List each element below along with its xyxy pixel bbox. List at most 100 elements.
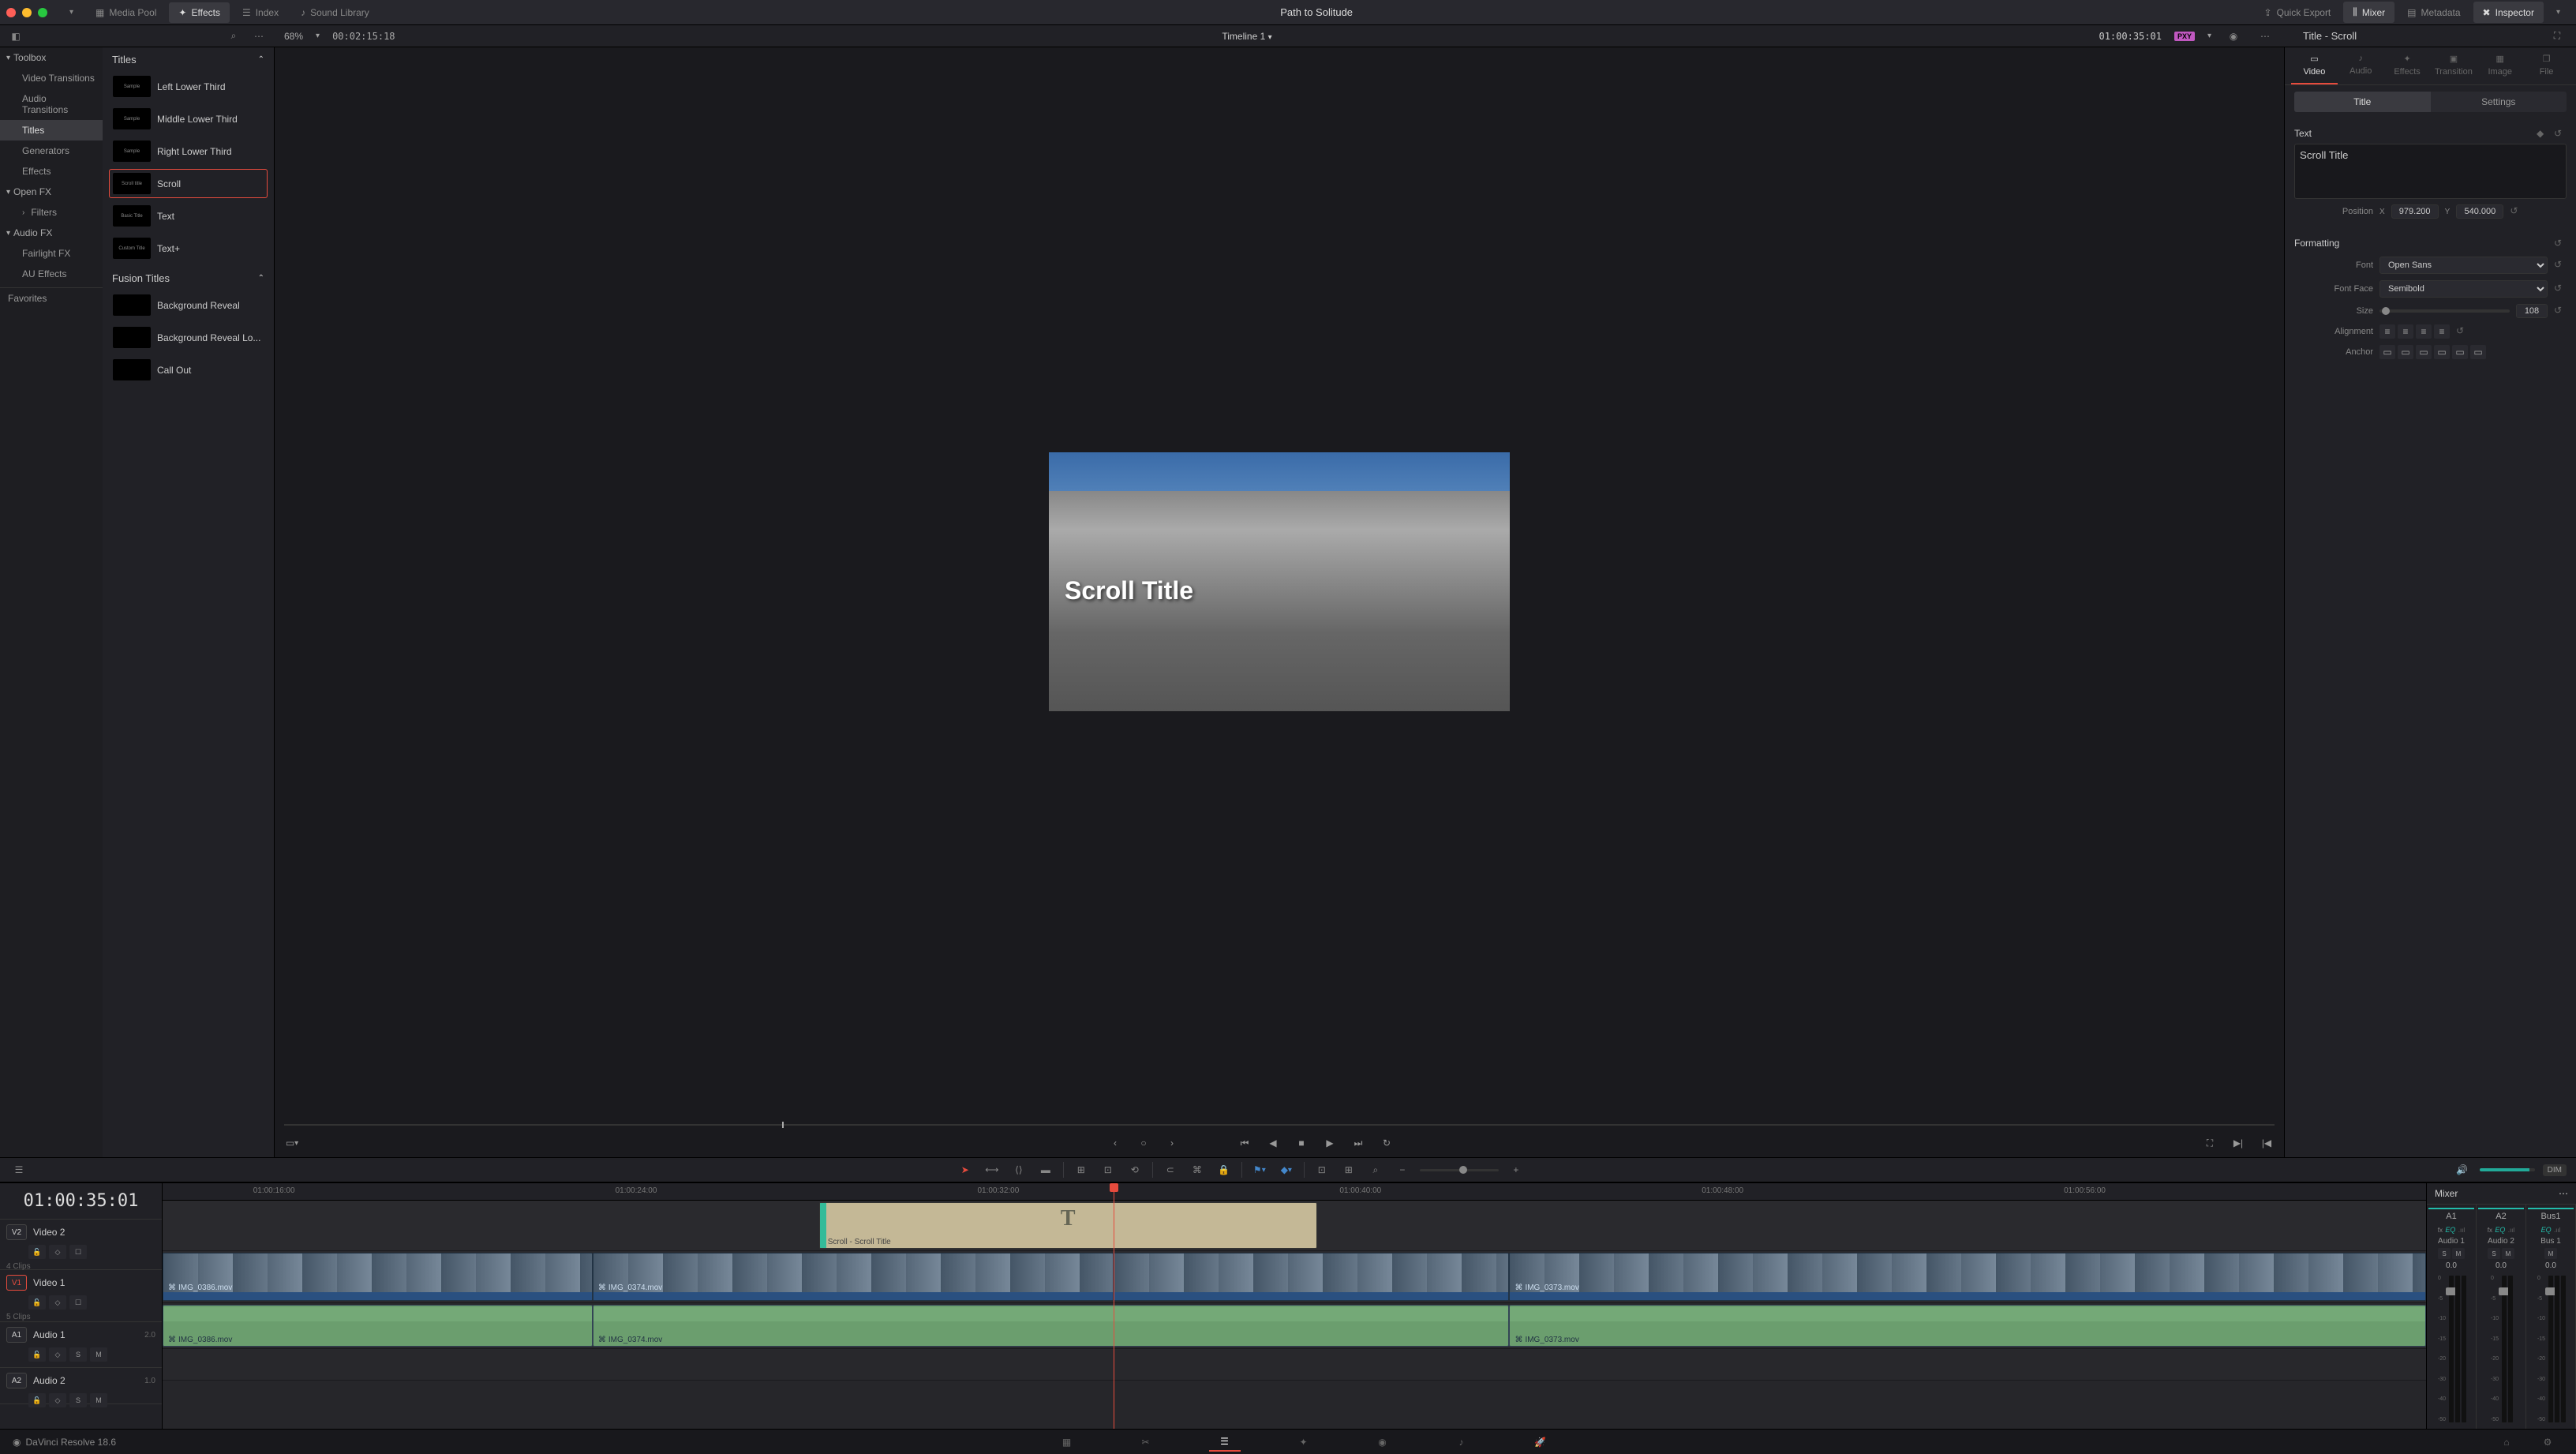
- anchor-2[interactable]: ▭: [2398, 345, 2413, 359]
- viewer[interactable]: Scroll Title: [275, 47, 2284, 1116]
- disable-track[interactable]: ☐: [69, 1245, 87, 1259]
- auto-select[interactable]: ◇: [49, 1393, 66, 1407]
- tree-au-effects[interactable]: AU Effects: [0, 264, 103, 284]
- reset-size[interactable]: ↺: [2554, 305, 2567, 317]
- play-reverse[interactable]: ◀: [1265, 1135, 1281, 1151]
- timecode-right[interactable]: 01:00:35:01: [2099, 31, 2161, 42]
- reset-font[interactable]: ↺: [2554, 259, 2567, 272]
- inspector-tab-file[interactable]: ❒File: [2523, 47, 2570, 84]
- keyframe-icon[interactable]: ◆: [2537, 128, 2549, 141]
- title-item-call-out[interactable]: Call Out: [109, 355, 268, 384]
- align-right[interactable]: ≡: [2416, 324, 2432, 339]
- title-item-left-lower-third[interactable]: Sample Left Lower Third: [109, 72, 268, 101]
- minimize-window[interactable]: [22, 8, 32, 17]
- timeline-view-options[interactable]: ☰: [9, 1160, 28, 1179]
- prev-marker[interactable]: ‹: [1107, 1135, 1123, 1151]
- disable-track[interactable]: ☐: [69, 1295, 87, 1310]
- viewer-scrubber[interactable]: [275, 1121, 2284, 1129]
- title-item-text[interactable]: Basic Title Text: [109, 201, 268, 230]
- fontface-select[interactable]: Semibold: [2379, 280, 2548, 298]
- fader[interactable]: [2548, 1276, 2553, 1422]
- zoom-in[interactable]: +: [1507, 1160, 1526, 1179]
- timeline-name[interactable]: Timeline 1 ▾: [408, 31, 2087, 42]
- overwrite-tool[interactable]: ⊡: [1099, 1160, 1118, 1179]
- track-lane-v2[interactable]: T Scroll - Scroll Title: [163, 1201, 2426, 1251]
- track-header-v2[interactable]: V2 Video 2 🔓 ◇ ☐ 4 Clips: [0, 1220, 162, 1270]
- lock-icon[interactable]: 🔓: [28, 1393, 46, 1407]
- reset-icon[interactable]: ↺: [2554, 128, 2567, 141]
- link-tool[interactable]: ⌘: [1188, 1160, 1207, 1179]
- inspector-expand[interactable]: ⛶: [2548, 27, 2567, 46]
- viewer-canvas[interactable]: Scroll Title: [1049, 452, 1510, 711]
- fader[interactable]: [2502, 1276, 2507, 1422]
- favorites[interactable]: Favorites: [0, 288, 103, 309]
- track-header-a1[interactable]: A1 Audio 1 2.0 🔓 ◇ S M: [0, 1322, 162, 1368]
- crop-tool[interactable]: ▭ ▾: [284, 1135, 300, 1151]
- position-x-input[interactable]: [2391, 204, 2439, 219]
- page-media[interactable]: ▦: [1051, 1433, 1083, 1452]
- media-pool-button[interactable]: ▦Media Pool: [86, 2, 166, 23]
- timeline-tracks[interactable]: 01:00:16:00 01:00:24:00 01:00:32:00 01:0…: [163, 1183, 2426, 1429]
- title-clip[interactable]: T Scroll - Scroll Title: [819, 1202, 1317, 1249]
- fusion-titles-header[interactable]: Fusion Titles⌃: [109, 266, 268, 290]
- stop-marker[interactable]: ○: [1136, 1135, 1151, 1151]
- anchor-4[interactable]: ▭: [2434, 345, 2450, 359]
- titles-header[interactable]: Titles⌃: [109, 47, 268, 72]
- anchor-5[interactable]: ▭: [2452, 345, 2468, 359]
- maximize-window[interactable]: [38, 8, 47, 17]
- video-clip[interactable]: [1114, 1253, 1510, 1301]
- panel-layout-toggle[interactable]: ◧: [6, 27, 25, 46]
- tree-filters[interactable]: ›Filters: [0, 202, 103, 223]
- jump-end[interactable]: ⏭: [1350, 1135, 1366, 1151]
- track-badge-v1[interactable]: V1: [6, 1275, 27, 1291]
- track-badge-v2[interactable]: V2: [6, 1224, 27, 1240]
- next-marker[interactable]: ›: [1164, 1135, 1180, 1151]
- mixer-button[interactable]: ⫼Mixer: [2343, 2, 2394, 23]
- page-edit[interactable]: ☰: [1209, 1433, 1241, 1452]
- timeline-ruler[interactable]: 01:00:16:00 01:00:24:00 01:00:32:00 01:0…: [163, 1183, 2426, 1201]
- video-clip[interactable]: ⌘ IMG_0373.mov: [1509, 1253, 2426, 1301]
- auto-select[interactable]: ◇: [49, 1295, 66, 1310]
- audiofx-header[interactable]: ▾Audio FX: [0, 223, 103, 243]
- home-button[interactable]: ⌂: [2491, 1433, 2522, 1452]
- search-icon[interactable]: ⌕: [224, 27, 243, 46]
- audio-clip[interactable]: ⌘ IMG_0386.mov: [163, 1305, 593, 1347]
- auto-select[interactable]: ◇: [49, 1347, 66, 1362]
- reset-formatting[interactable]: ↺: [2554, 238, 2567, 250]
- mixer-options[interactable]: ⋯: [2559, 1188, 2568, 1199]
- solo-button[interactable]: S: [69, 1347, 87, 1362]
- mute[interactable]: M: [2452, 1248, 2465, 1259]
- tree-video-transitions[interactable]: Video Transitions: [0, 68, 103, 88]
- size-input[interactable]: [2516, 304, 2548, 318]
- page-deliver[interactable]: 🚀: [1525, 1433, 1556, 1452]
- loop-button[interactable]: ↻: [1379, 1135, 1395, 1151]
- dynamic-trim[interactable]: ⟨⟩: [1009, 1160, 1028, 1179]
- play-button[interactable]: ▶: [1322, 1135, 1338, 1151]
- trim-tool[interactable]: ⟷: [983, 1160, 1002, 1179]
- quick-export-button[interactable]: ⇪Quick Export: [2255, 2, 2341, 23]
- inspector-subtab-title[interactable]: Title: [2294, 92, 2431, 112]
- track-badge-a2[interactable]: A2: [6, 1373, 27, 1388]
- title-item-scroll[interactable]: Scroll title Scroll: [109, 169, 268, 198]
- marker-tool[interactable]: ◆▾: [1277, 1160, 1296, 1179]
- zoom-slider[interactable]: [1420, 1169, 1499, 1171]
- metadata-button[interactable]: ▤Metadata: [2398, 2, 2469, 23]
- font-select[interactable]: Open Sans: [2379, 257, 2548, 274]
- lock-icon[interactable]: 🔓: [28, 1347, 46, 1362]
- timeline-timecode[interactable]: 01:00:35:01: [0, 1183, 162, 1220]
- lock-icon[interactable]: 🔓: [28, 1245, 46, 1259]
- volume-slider[interactable]: [2480, 1168, 2535, 1171]
- reset-align[interactable]: ↺: [2456, 325, 2469, 338]
- stop-button[interactable]: ■: [1294, 1135, 1309, 1151]
- reset-position[interactable]: ↺: [2510, 205, 2522, 218]
- mixer-channel-a1[interactable]: A1 fx EQ .ııl Audio 1 SM 0.0 0-5-10-15-2…: [2427, 1205, 2477, 1429]
- close-window[interactable]: [6, 8, 16, 17]
- align-center[interactable]: ≡: [2398, 324, 2413, 339]
- track-lane-a1[interactable]: ⌘ IMG_0386.mov ⌘ IMG_0374.mov ⌘ IMG_0373…: [163, 1303, 2426, 1349]
- solo-button[interactable]: S: [69, 1393, 87, 1407]
- settings-button[interactable]: ⚙: [2532, 1433, 2563, 1452]
- insert-tool[interactable]: ⊞: [1072, 1160, 1091, 1179]
- title-text-input[interactable]: [2294, 144, 2567, 199]
- selection-tool[interactable]: ➤: [956, 1160, 975, 1179]
- zoom-detail[interactable]: ⊞: [1339, 1160, 1358, 1179]
